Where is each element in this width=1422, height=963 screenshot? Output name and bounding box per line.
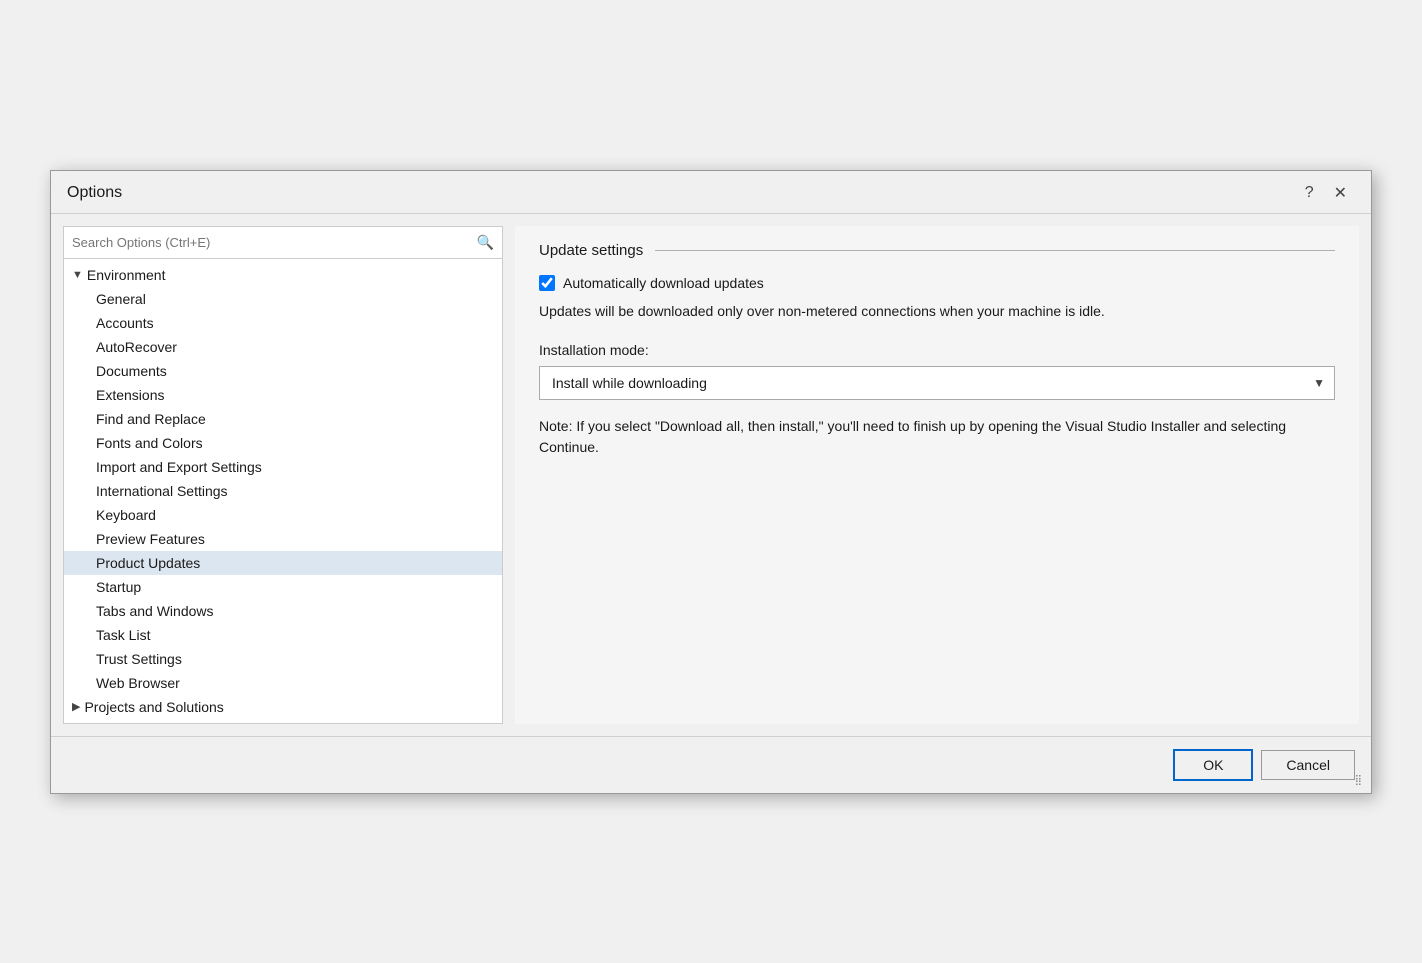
tree-item-autorecover[interactable]: AutoRecover bbox=[64, 335, 502, 359]
tree-item-keyboard[interactable]: Keyboard bbox=[64, 503, 502, 527]
dialog-footer: OK Cancel bbox=[51, 736, 1371, 793]
options-dialog: Options ? ✕ 🔍 ▼ Environment bbox=[50, 170, 1372, 794]
help-button[interactable]: ? bbox=[1297, 181, 1322, 205]
tree-label-task-list: Task List bbox=[96, 627, 150, 643]
tree-item-trust-settings[interactable]: Trust Settings bbox=[64, 647, 502, 671]
checkbox-row: Automatically download updates bbox=[539, 275, 1335, 291]
title-bar: Options ? ✕ bbox=[51, 171, 1371, 214]
dialog-body: 🔍 ▼ Environment General Accounts bbox=[51, 214, 1371, 736]
tree-item-startup[interactable]: Startup bbox=[64, 575, 502, 599]
tree-label-accounts: Accounts bbox=[96, 315, 154, 331]
tree-label-tabs-windows: Tabs and Windows bbox=[96, 603, 214, 619]
search-box: 🔍 bbox=[64, 227, 502, 259]
installation-mode-select[interactable]: Install while downloading Download all, … bbox=[539, 366, 1335, 400]
description-text: Updates will be downloaded only over non… bbox=[539, 301, 1239, 322]
tree-item-environment[interactable]: ▼ Environment bbox=[64, 263, 502, 287]
right-panel: Update settings Automatically download u… bbox=[515, 226, 1359, 724]
tree-item-documents[interactable]: Documents bbox=[64, 359, 502, 383]
tree-item-product-updates[interactable]: Product Updates bbox=[64, 551, 502, 575]
tree-label-trust-settings: Trust Settings bbox=[96, 651, 182, 667]
tree-label-web-browser: Web Browser bbox=[96, 675, 180, 691]
left-panel: 🔍 ▼ Environment General Accounts bbox=[63, 226, 503, 724]
tree-label-international: International Settings bbox=[96, 483, 228, 499]
tree-label-fonts-colors: Fonts and Colors bbox=[96, 435, 203, 451]
resize-grip: ⣿ bbox=[1355, 775, 1364, 786]
note-text: Note: If you select "Download all, then … bbox=[539, 416, 1335, 458]
tree-label-projects: Projects and Solutions bbox=[84, 699, 223, 715]
tree-item-extensions[interactable]: Extensions bbox=[64, 383, 502, 407]
tree-label-preview-features: Preview Features bbox=[96, 531, 205, 547]
auto-download-checkbox[interactable] bbox=[539, 275, 555, 291]
tree-item-task-list[interactable]: Task List bbox=[64, 623, 502, 647]
tree-item-accounts[interactable]: Accounts bbox=[64, 311, 502, 335]
dialog-title: Options bbox=[67, 184, 122, 202]
tree-label-import-export: Import and Export Settings bbox=[96, 459, 262, 475]
installation-mode-wrapper: Install while downloading Download all, … bbox=[539, 366, 1335, 400]
tree-label-autorecover: AutoRecover bbox=[96, 339, 177, 355]
tree-item-preview-features[interactable]: Preview Features bbox=[64, 527, 502, 551]
tree-item-general[interactable]: General bbox=[64, 287, 502, 311]
title-actions: ? ✕ bbox=[1297, 181, 1355, 205]
tree-label-product-updates: Product Updates bbox=[96, 555, 200, 571]
close-button[interactable]: ✕ bbox=[1326, 181, 1355, 205]
auto-download-label: Automatically download updates bbox=[563, 275, 764, 291]
installation-mode-label: Installation mode: bbox=[539, 342, 1335, 358]
tree-label-find-replace: Find and Replace bbox=[96, 411, 206, 427]
tree-label-general: General bbox=[96, 291, 146, 307]
tree-label-keyboard: Keyboard bbox=[96, 507, 156, 523]
tree-item-find-replace[interactable]: Find and Replace bbox=[64, 407, 502, 431]
tree-label-startup: Startup bbox=[96, 579, 141, 595]
section-title-text: Update settings bbox=[539, 242, 643, 259]
section-title: Update settings bbox=[539, 242, 1335, 259]
tree-area: ▼ Environment General Accounts AutoRecov… bbox=[64, 259, 502, 723]
expand-icon-projects: ▶ bbox=[72, 700, 80, 713]
tree-label-documents: Documents bbox=[96, 363, 167, 379]
search-icon[interactable]: 🔍 bbox=[477, 234, 494, 251]
cancel-button[interactable]: Cancel bbox=[1261, 750, 1355, 780]
tree-label-extensions: Extensions bbox=[96, 387, 164, 403]
tree-item-web-browser[interactable]: Web Browser bbox=[64, 671, 502, 695]
tree-item-projects[interactable]: ▶ Projects and Solutions bbox=[64, 695, 502, 719]
ok-button[interactable]: OK bbox=[1173, 749, 1253, 781]
tree-item-international[interactable]: International Settings bbox=[64, 479, 502, 503]
tree-item-import-export[interactable]: Import and Export Settings bbox=[64, 455, 502, 479]
tree-label-environment: Environment bbox=[87, 267, 166, 283]
tree-item-tabs-windows[interactable]: Tabs and Windows bbox=[64, 599, 502, 623]
search-input[interactable] bbox=[72, 231, 477, 254]
tree-item-fonts-colors[interactable]: Fonts and Colors bbox=[64, 431, 502, 455]
expand-icon-environment: ▼ bbox=[72, 269, 83, 281]
